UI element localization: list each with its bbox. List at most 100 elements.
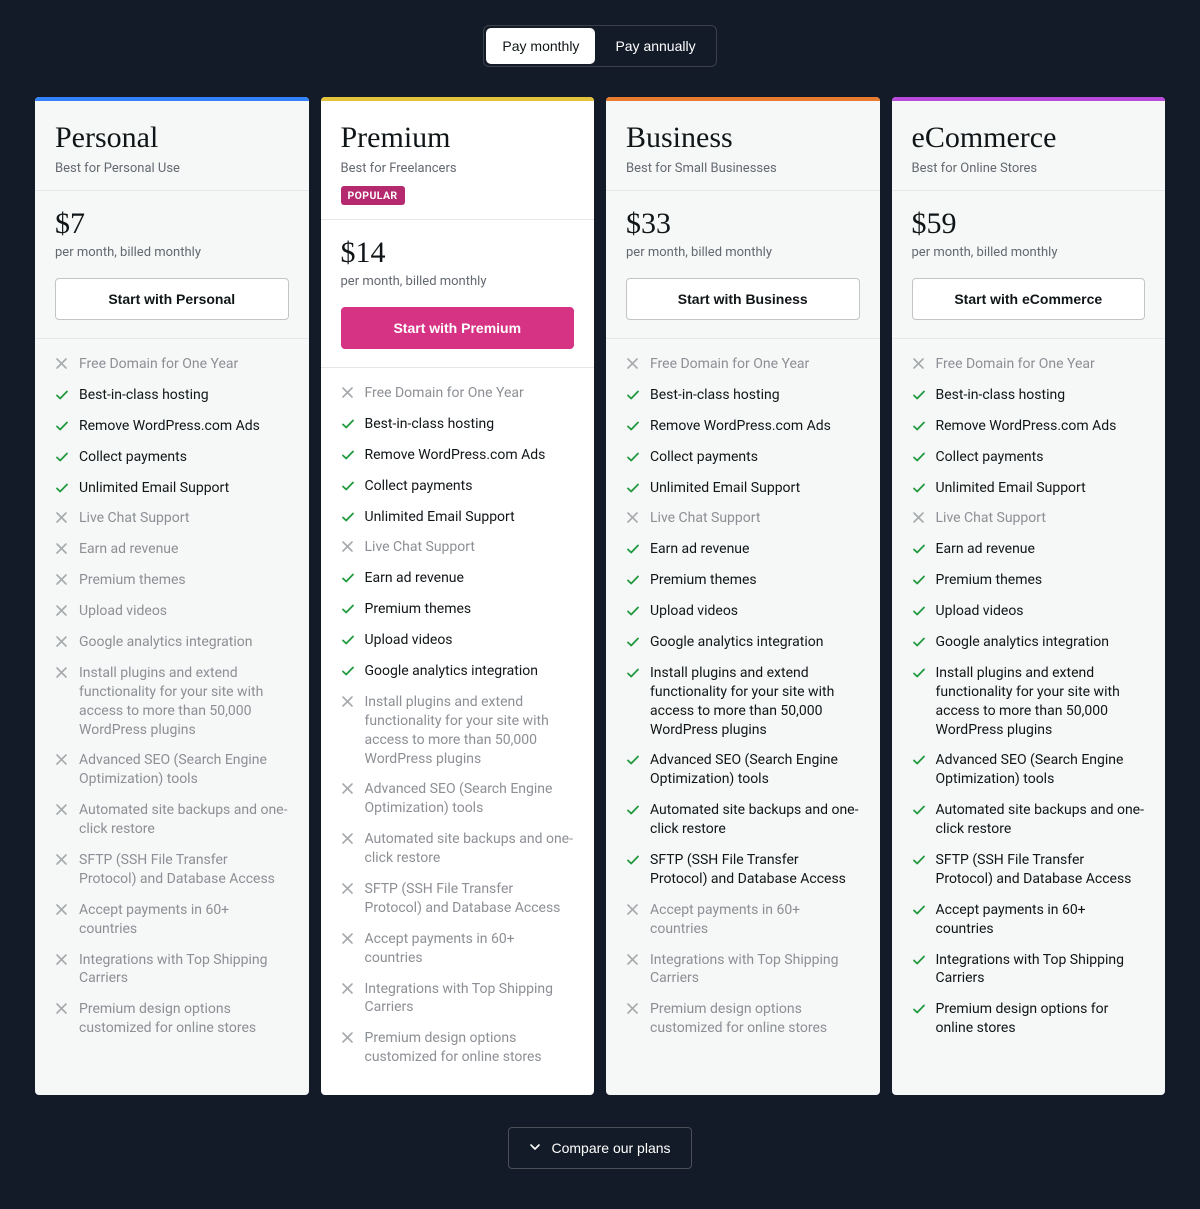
feature-row: Unlimited Email Support <box>55 473 289 504</box>
cross-icon <box>341 386 355 403</box>
feature-row: Free Domain for One Year <box>912 349 1146 380</box>
feature-row: Google analytics integration <box>912 627 1146 658</box>
feature-row: Upload videos <box>341 625 575 656</box>
start-ecommerce-button[interactable]: Start with eCommerce <box>912 278 1146 320</box>
feature-row: Premium design options customized for on… <box>341 1023 575 1073</box>
compare-plans-button[interactable]: Compare our plans <box>508 1127 691 1169</box>
feature-label: Upload videos <box>650 602 738 621</box>
feature-row: Google analytics integration <box>341 656 575 687</box>
feature-row: Integrations with Top Shipping Carriers <box>55 945 289 995</box>
feature-list: Free Domain for One Year Best-in-class ho… <box>321 367 595 1095</box>
check-icon <box>55 450 69 467</box>
check-icon <box>912 853 926 889</box>
feature-label: Live Chat Support <box>936 509 1046 528</box>
check-icon <box>626 481 640 498</box>
cross-icon <box>341 540 355 557</box>
feature-label: Best-in-class hosting <box>650 386 780 405</box>
pay-annually-tab[interactable]: Pay annually <box>597 28 713 64</box>
cross-icon <box>55 903 69 939</box>
feature-row: Premium themes <box>55 565 289 596</box>
feature-label: Free Domain for One Year <box>650 355 809 374</box>
feature-row: Earn ad revenue <box>912 534 1146 565</box>
cross-icon <box>55 573 69 590</box>
check-icon <box>912 635 926 652</box>
feature-row: Install plugins and extend functionality… <box>55 658 289 746</box>
cross-icon <box>341 695 355 769</box>
feature-label: Google analytics integration <box>365 662 538 681</box>
start-personal-button[interactable]: Start with Personal <box>55 278 289 320</box>
feature-row: Free Domain for One Year <box>626 349 860 380</box>
feature-label: Google analytics integration <box>936 633 1109 652</box>
start-premium-button[interactable]: Start with Premium <box>341 307 575 349</box>
feature-row: Upload videos <box>912 596 1146 627</box>
check-icon <box>912 419 926 436</box>
compare-plans-label: Compare our plans <box>551 1140 670 1156</box>
feature-label: Accept payments in 60+ countries <box>936 901 1146 939</box>
check-icon <box>912 803 926 839</box>
check-icon <box>626 542 640 559</box>
feature-row: SFTP (SSH File Transfer Protocol) and Da… <box>55 845 289 895</box>
check-icon <box>55 388 69 405</box>
pay-monthly-tab[interactable]: Pay monthly <box>486 28 595 64</box>
feature-label: Integrations with Top Shipping Carriers <box>936 951 1146 989</box>
feature-label: Free Domain for One Year <box>365 384 524 403</box>
feature-row: Live Chat Support <box>912 503 1146 534</box>
feature-row: Accept payments in 60+ countries <box>55 895 289 945</box>
feature-label: Earn ad revenue <box>365 569 464 588</box>
feature-row: Best-in-class hosting <box>341 409 575 440</box>
feature-label: Collect payments <box>936 448 1044 467</box>
check-icon <box>55 481 69 498</box>
feature-label: Premium themes <box>79 571 186 590</box>
plan-header: eCommerceBest for Online Stores <box>892 101 1166 191</box>
check-icon <box>912 450 926 467</box>
feature-label: Free Domain for One Year <box>79 355 238 374</box>
feature-row: Advanced SEO (Search Engine Optimization… <box>912 745 1146 795</box>
plan-price-sub: per month, billed monthly <box>55 245 289 260</box>
feature-row: Google analytics integration <box>626 627 860 658</box>
cross-icon <box>626 1002 640 1038</box>
check-icon <box>912 542 926 559</box>
feature-label: Collect payments <box>79 448 187 467</box>
start-business-button[interactable]: Start with Business <box>626 278 860 320</box>
feature-label: Advanced SEO (Search Engine Optimization… <box>936 751 1146 789</box>
check-icon <box>341 510 355 527</box>
feature-row: Remove WordPress.com Ads <box>55 411 289 442</box>
check-icon <box>626 604 640 621</box>
feature-label: Premium themes <box>365 600 472 619</box>
feature-label: Advanced SEO (Search Engine Optimization… <box>79 751 289 789</box>
feature-label: Best-in-class hosting <box>79 386 209 405</box>
feature-label: Automated site backups and one-click res… <box>79 801 289 839</box>
popular-badge: POPULAR <box>341 186 405 205</box>
feature-row: Accept payments in 60+ countries <box>626 895 860 945</box>
feature-label: Google analytics integration <box>79 633 252 652</box>
check-icon <box>626 853 640 889</box>
plan-header: BusinessBest for Small Businesses <box>606 101 880 191</box>
plan-price: $33 <box>626 207 860 241</box>
feature-row: Live Chat Support <box>341 532 575 563</box>
feature-label: Install plugins and extend functionality… <box>936 664 1146 740</box>
cross-icon <box>341 832 355 868</box>
feature-row: Upload videos <box>626 596 860 627</box>
feature-label: Earn ad revenue <box>936 540 1035 559</box>
plan-tagline: Best for Freelancers <box>341 161 575 176</box>
check-icon <box>626 573 640 590</box>
feature-label: SFTP (SSH File Transfer Protocol) and Da… <box>365 880 575 918</box>
check-icon <box>341 602 355 619</box>
feature-label: SFTP (SSH File Transfer Protocol) and Da… <box>936 851 1146 889</box>
feature-list: Free Domain for One YearBest-in-class ho… <box>892 338 1166 1066</box>
cross-icon <box>626 903 640 939</box>
feature-label: Automated site backups and one-click res… <box>650 801 860 839</box>
check-icon <box>626 450 640 467</box>
plan-title: eCommerce <box>912 121 1146 155</box>
cross-icon <box>55 542 69 559</box>
feature-label: Install plugins and extend functionality… <box>650 664 860 740</box>
check-icon <box>912 481 926 498</box>
feature-row: Premium design options customized for on… <box>626 994 860 1044</box>
cross-icon <box>55 604 69 621</box>
plan-price: $14 <box>341 236 575 270</box>
feature-row: Integrations with Top Shipping Carriers <box>341 974 575 1024</box>
feature-row: Collect payments <box>55 442 289 473</box>
cross-icon <box>341 982 355 1018</box>
check-icon <box>912 666 926 740</box>
feature-row: Live Chat Support <box>626 503 860 534</box>
